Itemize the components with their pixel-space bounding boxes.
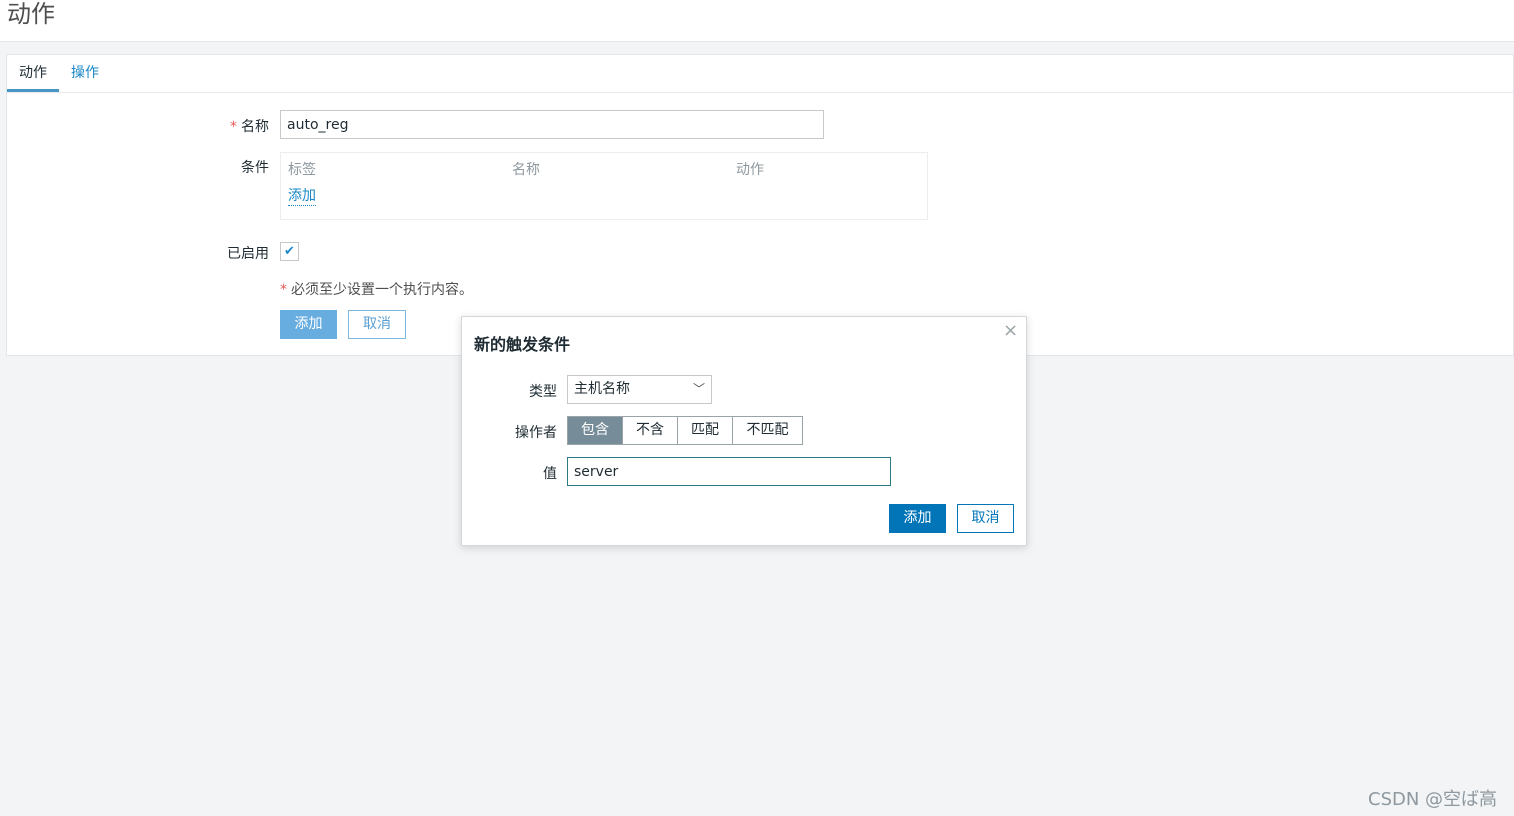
tab-operations[interactable]: 操作	[59, 55, 111, 92]
conditions-header-action: 动作	[736, 162, 764, 178]
value-label: 值	[543, 466, 557, 482]
operator-not-contains[interactable]: 不含	[623, 417, 678, 444]
check-icon: ✔	[284, 244, 295, 259]
operator-matches[interactable]: 匹配	[678, 417, 733, 444]
type-label: 类型	[529, 384, 557, 400]
operator-contains[interactable]: 包含	[568, 417, 623, 444]
type-select[interactable]: 主机名称 ﹀	[567, 375, 712, 404]
value-input[interactable]	[567, 457, 891, 486]
conditions-header-label: 标签	[288, 162, 316, 178]
add-button[interactable]: 添加	[280, 310, 337, 339]
name-input[interactable]	[280, 110, 824, 139]
conditions-label: 条件	[241, 160, 269, 176]
enabled-checkbox[interactable]: ✔	[280, 242, 299, 261]
operator-not-matches[interactable]: 不匹配	[733, 417, 802, 444]
operator-label: 操作者	[515, 425, 557, 441]
new-condition-dialog: 新的触发条件 × 类型 主机名称 ﹀ 操作者 包含 不含 匹配 不匹配 值 添加…	[461, 316, 1027, 546]
operator-segmented-control: 包含 不含 匹配 不匹配	[567, 416, 803, 445]
required-mark: *	[230, 119, 237, 135]
required-note: * 必须至少设置一个执行内容。	[280, 282, 473, 298]
chevron-down-icon: ﹀	[692, 382, 705, 396]
tab-bar: 动作 操作	[7, 55, 1514, 93]
conditions-table: 标签 名称 动作 添加	[280, 152, 928, 220]
tab-action[interactable]: 动作	[7, 55, 59, 92]
action-form-panel: 动作 操作 *名称 条件 标签 名称 动作 添加 已启用 ✔ *必须至少设置一个…	[6, 54, 1514, 356]
page-title: 动作	[7, 0, 55, 28]
dialog-cancel-button[interactable]: 取消	[957, 504, 1014, 533]
dialog-add-button[interactable]: 添加	[889, 504, 946, 533]
dialog-title: 新的触发条件	[474, 335, 571, 354]
page-header: 动作	[0, 0, 1514, 42]
watermark: CSDN @空ば高	[1368, 789, 1498, 810]
conditions-add-link[interactable]: 添加	[288, 187, 316, 206]
name-label: * 名称	[230, 119, 269, 135]
type-select-value: 主机名称	[574, 381, 630, 397]
enabled-label: 已启用	[227, 246, 269, 262]
close-icon[interactable]: ×	[1003, 320, 1018, 341]
conditions-header-name: 名称	[512, 162, 540, 178]
cancel-button[interactable]: 取消	[348, 310, 406, 339]
